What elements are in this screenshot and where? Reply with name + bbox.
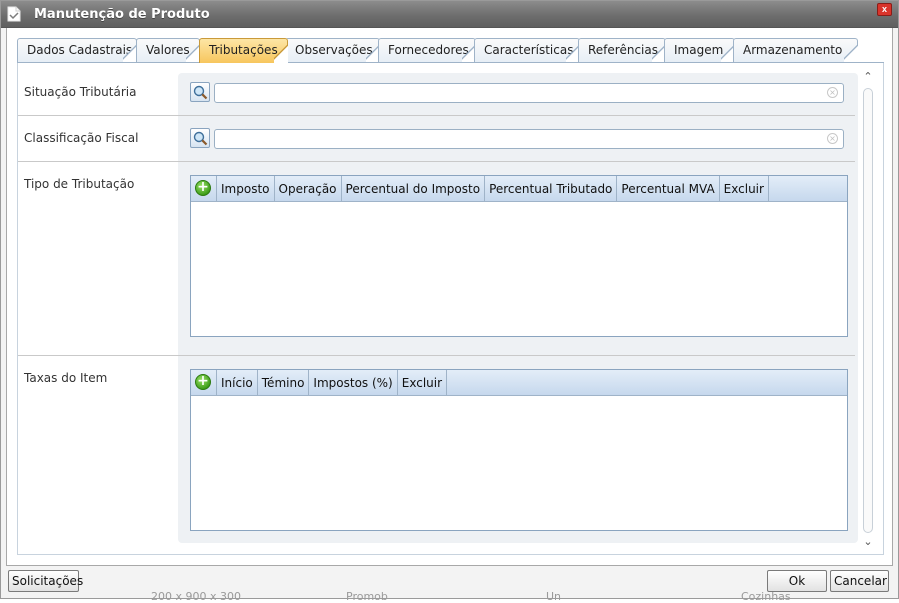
plus-icon: +	[195, 374, 211, 390]
taxas-item-grid: + Início Témino Impostos (%) Excluir	[190, 369, 848, 531]
clear-icon[interactable]: ×	[827, 87, 838, 98]
magnifier-icon	[193, 131, 208, 146]
chevron-down-icon[interactable]: ⌄	[862, 535, 874, 549]
background-text: Un	[546, 590, 562, 603]
vertical-scrollbar[interactable]: ⌃ ⌄	[860, 68, 876, 553]
close-button[interactable]: x	[877, 3, 892, 16]
grid-header: + Imposto Operação Percentual do Imposto…	[191, 176, 847, 202]
tab-dados-cadastrais[interactable]: Dados Cadastrais	[17, 38, 137, 64]
situacao-search-button[interactable]	[190, 82, 210, 102]
document-icon	[7, 6, 21, 22]
title-bar[interactable]: Manutenção de Produto x	[1, 1, 898, 28]
column-header-inicio[interactable]: Início	[217, 370, 258, 396]
cancelar-button[interactable]: Cancelar	[830, 570, 889, 592]
product-maintenance-window: Manutenção de Produto x Dados Cadastrais…	[0, 0, 899, 603]
grid-header: + Início Témino Impostos (%) Excluir	[191, 370, 847, 396]
dialog-content: Dados Cadastrais Valores Tributações Obs…	[6, 28, 893, 566]
situacao-tributaria-input[interactable]	[214, 83, 844, 103]
column-header-operacao[interactable]: Operação	[275, 176, 342, 202]
classificacao-search-button[interactable]	[190, 128, 210, 148]
column-header-percentual-mva[interactable]: Percentual MVA	[617, 176, 720, 202]
tipo-tributacao-label: Tipo de Tributação	[24, 177, 135, 191]
window-title: Manutenção de Produto	[34, 7, 210, 22]
column-header-percentual-tributado[interactable]: Percentual Tributado	[485, 176, 618, 202]
classificacao-fiscal-label: Classificação Fiscal	[24, 131, 139, 145]
column-header-excluir[interactable]: Excluir	[398, 370, 448, 396]
plus-icon: +	[195, 180, 211, 196]
clear-icon[interactable]: ×	[827, 133, 838, 144]
tab-valores[interactable]: Valores	[136, 38, 200, 64]
tab-armazenamento[interactable]: Armazenamento	[733, 38, 858, 64]
tab-fornecedores[interactable]: Fornecedores	[378, 38, 476, 64]
magnifier-icon	[193, 85, 208, 100]
solicitacoes-button[interactable]: Solicitações	[8, 570, 83, 592]
tipo-tributacao-grid: + Imposto Operação Percentual do Imposto…	[190, 175, 848, 337]
column-header-termino[interactable]: Témino	[258, 370, 310, 396]
tab-strip: Dados Cadastrais Valores Tributações Obs…	[17, 38, 887, 64]
ok-button[interactable]: Ok	[767, 570, 827, 592]
column-header-impostos[interactable]: Impostos (%)	[309, 370, 398, 396]
scroll-thumb[interactable]	[863, 88, 873, 533]
taxas-item-label: Taxas do Item	[24, 371, 108, 385]
add-row-button[interactable]: +	[191, 370, 217, 396]
tributacoes-panel: Situação Tributária × Classificação Fisc…	[17, 63, 884, 555]
add-row-button[interactable]: +	[191, 176, 217, 202]
chevron-up-icon[interactable]: ⌃	[862, 70, 874, 84]
divider	[18, 161, 855, 162]
column-header-excluir[interactable]: Excluir	[720, 176, 769, 202]
column-header-percentual-imposto[interactable]: Percentual do Imposto	[342, 176, 486, 202]
tab-tributacoes[interactable]: Tributações	[199, 38, 288, 64]
background-text: Promob	[346, 590, 388, 603]
classificacao-fiscal-input[interactable]	[214, 129, 844, 149]
divider	[18, 355, 855, 356]
divider	[18, 115, 855, 116]
tab-referencias[interactable]: Referências	[578, 38, 666, 64]
tab-caracteristicas[interactable]: Características	[474, 38, 580, 64]
background-text: 200 x 900 x 300	[151, 590, 241, 603]
tab-imagem[interactable]: Imagem	[664, 38, 735, 64]
tab-observacoes[interactable]: Observações	[285, 38, 380, 64]
column-header-imposto[interactable]: Imposto	[217, 176, 275, 202]
situacao-tributaria-label: Situação Tributária	[24, 85, 137, 99]
